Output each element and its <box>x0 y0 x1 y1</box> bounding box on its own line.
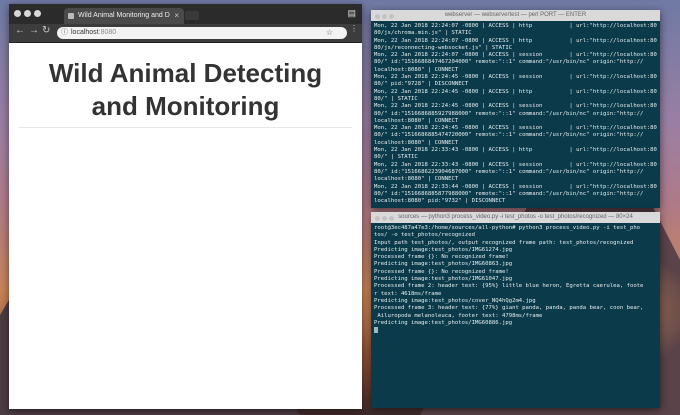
terminal-line: localhost:8080" | CONNECT <box>374 176 459 183</box>
tab-title: Wild Animal Monitoring and D <box>78 12 170 19</box>
terminal-line: Processed frame {}: No recognized frame! <box>374 254 509 261</box>
terminal-title: sources — python3 process_video.py -i te… <box>398 214 633 220</box>
terminal-line: Mon, 22 Jan 2018 22:33:43 -0800 | ACCESS… <box>374 161 657 168</box>
terminal-line: Mon, 22 Jan 2018 22:24:07 -0800 | ACCESS… <box>374 23 657 29</box>
terminal-output: root@3ec487a47e3:/home/sources/all-pytho… <box>371 223 660 337</box>
terminal-line: 80/js/reconnecting-websocket.js" | STATI… <box>374 44 513 51</box>
terminal-line: Processed frame {}: No recognized frame! <box>374 268 509 275</box>
browser-toolbar: ← → ↻ ⓘ localhost:8080 ☆ ⋮ <box>9 24 362 43</box>
browser-titlebar: Wild Animal Monitoring and D × ▤ <box>9 4 362 24</box>
new-tab-button[interactable] <box>185 11 199 20</box>
terminal-line: Mon, 22 Jan 2018 22:33:43 -0800 | ACCESS… <box>374 147 657 154</box>
terminal-line: 80/" id:"1516686223904687000" remote:"::… <box>374 168 644 175</box>
terminal-line: Mon, 22 Jan 2018 22:24:45 -0800 | ACCESS… <box>374 125 657 132</box>
terminal-line: 80/" | STATIC <box>374 95 418 102</box>
terminal-line: Processed frame 3: header text: {77%} gi… <box>374 305 644 312</box>
terminal-line: Mon, 22 Jan 2018 22:24:07 -0800 | ACCESS… <box>374 37 657 44</box>
terminal-window-controls[interactable] <box>375 13 396 21</box>
close-window-button[interactable] <box>14 10 21 17</box>
page-title-line2: and Monitoring <box>91 91 280 121</box>
terminal-line: Predicting image:test_photos/IMG60863.jp… <box>374 261 513 268</box>
terminal-line: Mon, 22 Jan 2018 22:33:44 -0800 | ACCESS… <box>374 183 657 190</box>
page-title-line1: Wild Animal Detecting <box>48 58 323 88</box>
terminal-titlebar: sources — python3 process_video.py -i te… <box>371 212 660 223</box>
minimize-window-button[interactable] <box>24 10 31 17</box>
terminal-line: Mon, 22 Jan 2018 22:24:45 -0800 | ACCESS… <box>374 103 657 110</box>
terminal-line: 80/" pid:"9728" | DISCONNECT <box>374 81 469 88</box>
page-title: Wild Animal Detecting and Monitoring <box>9 57 362 123</box>
bookmark-star-icon[interactable]: ☆ <box>326 27 333 39</box>
terminal-line: 80/js/chroma.min.js" | STATIC <box>374 30 472 37</box>
reload-icon[interactable]: ↻ <box>42 25 50 36</box>
tab-close-icon[interactable]: × <box>174 8 179 24</box>
python-terminal[interactable]: sources — python3 process_video.py -i te… <box>371 212 660 408</box>
terminal-line: Mon, 22 Jan 2018 22:24:45 -0800 | ACCESS… <box>374 74 657 81</box>
browser-tab[interactable]: Wild Animal Monitoring and D × <box>64 8 184 24</box>
terminal-line: 80/" id:"1516686885927988000" remote:"::… <box>374 110 644 117</box>
info-icon: ⓘ <box>61 29 68 36</box>
terminal-line: Mon, 22 Jan 2018 22:24:07 -0800 | ACCESS… <box>374 52 657 59</box>
web-page: Wild Animal Detecting and Monitoring <box>9 43 362 409</box>
terminal-line: Input path test_photos/, output recogniz… <box>374 239 634 246</box>
terminal-line: Predicting image:test_photos/IMG61274.jp… <box>374 246 513 253</box>
terminal-line: 80/" id:"1516686885474720000" remote:"::… <box>374 132 644 139</box>
terminal-line: Predicting image:test_photos/IMG61047.jp… <box>374 276 513 283</box>
menu-kebab-icon[interactable]: ⋮ <box>350 24 358 33</box>
url-port: :8080 <box>98 29 117 36</box>
terminal-title: webserver — webservertest — perl PORT — … <box>444 12 587 18</box>
terminal-line: Mon, 22 Jan 2018 22:24:45 -0800 | ACCESS… <box>374 88 657 95</box>
terminal-window-controls[interactable] <box>375 215 396 223</box>
url-host: localhost <box>71 29 99 36</box>
maximize-window-button[interactable] <box>34 10 41 17</box>
terminal-line: 80/" id:"1516686885877988000" remote:"::… <box>374 190 644 197</box>
terminal-line: Processed frame 2: header text: {95%} li… <box>374 283 644 290</box>
back-arrow-icon[interactable]: ← <box>15 25 25 36</box>
terminal-line: root@3ec487a47e3:/home/sources/all-pytho… <box>374 225 641 231</box>
address-bar[interactable]: ⓘ localhost:8080 ☆ <box>57 27 347 39</box>
terminal-line: Predicting image:test_photos/cover_NQ4hQ… <box>374 297 536 304</box>
terminal-output: Mon, 22 Jan 2018 22:24:07 -0800 | ACCESS… <box>371 21 660 207</box>
favicon-icon <box>68 13 74 19</box>
terminal-line: localhost:8080" | CONNECT <box>374 66 459 73</box>
terminal-line: Predicting image:test_photos/IMG60886.jp… <box>374 319 513 326</box>
server-log-terminal[interactable]: webserver — webservertest — perl PORT — … <box>371 10 660 208</box>
terminal-cursor <box>374 327 378 334</box>
terminal-line: 80/" id:"1516686847467204000" remote:"::… <box>374 59 644 66</box>
browser-window: Wild Animal Monitoring and D × ▤ ← → ↻ ⓘ… <box>9 4 362 409</box>
title-divider <box>19 127 352 128</box>
terminal-line: 80/" | STATIC <box>374 154 418 161</box>
terminal-line: localhost:8080" pid:"9732" | DISCONNECT <box>374 198 506 205</box>
terminal-line: Ailuropoda melanoleuca, footer text: 479… <box>374 312 543 319</box>
terminal-line: r text: 4618ms/frame <box>374 290 442 297</box>
terminal-line: localhost:8080" | CONNECT <box>374 117 459 124</box>
terminal-line: localhost:8080" | CONNECT <box>374 139 459 146</box>
terminal-line: tos/ -o test_photos/recognized <box>374 232 476 239</box>
profile-icon[interactable]: ▤ <box>347 8 356 19</box>
forward-arrow-icon[interactable]: → <box>29 25 39 36</box>
terminal-titlebar: webserver — webservertest — perl PORT — … <box>371 10 660 21</box>
